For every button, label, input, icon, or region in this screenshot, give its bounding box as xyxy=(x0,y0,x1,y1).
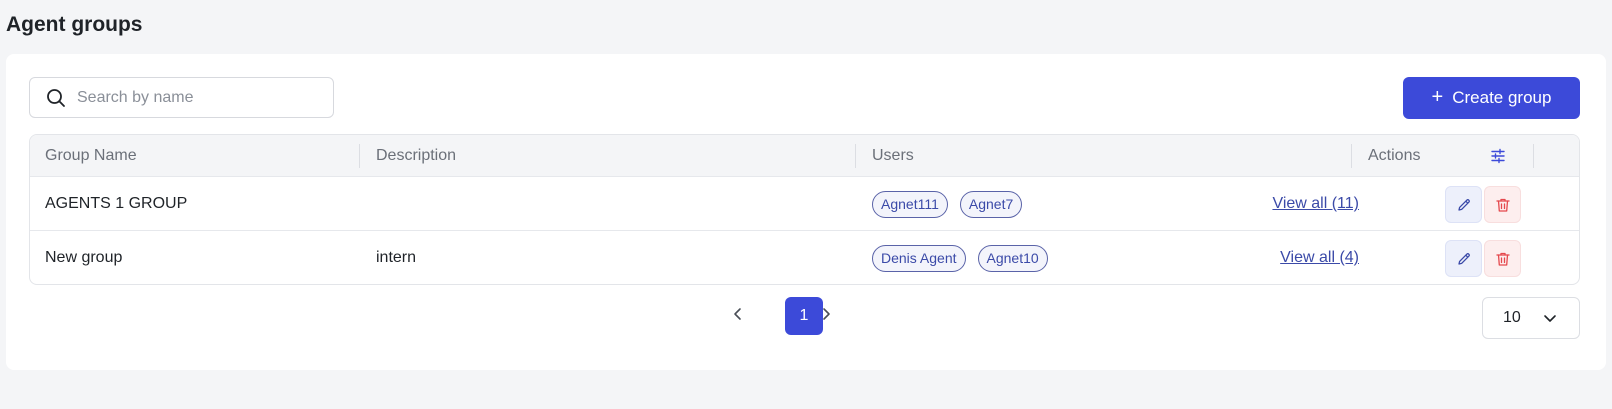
column-divider xyxy=(1533,144,1534,168)
groups-table: Group Name Description Users Actions AGE… xyxy=(29,134,1580,285)
description-cell: intern xyxy=(376,249,417,266)
table-row: AGENTS 1 GROUP Agnet111 Agnet7 View all … xyxy=(30,177,1579,231)
column-settings-icon xyxy=(1491,148,1505,164)
table-row: New group intern Denis Agent Agnet10 Vie… xyxy=(30,231,1579,284)
edit-icon xyxy=(1457,252,1470,265)
column-header-group-name[interactable]: Group Name xyxy=(45,135,137,177)
view-all-link[interactable]: View all (11) xyxy=(1272,177,1359,231)
trash-icon xyxy=(1495,252,1510,266)
user-chip: Agnet7 xyxy=(959,190,1023,218)
column-header-description[interactable]: Description xyxy=(376,135,456,177)
delete-button[interactable] xyxy=(1484,186,1521,223)
page-size-select[interactable]: 10 xyxy=(1482,297,1580,339)
column-divider xyxy=(1351,144,1352,168)
group-name-cell: AGENTS 1 GROUP xyxy=(45,195,188,212)
view-all-link[interactable]: View all (4) xyxy=(1280,231,1359,284)
group-name-cell: New group xyxy=(45,249,123,266)
edit-button[interactable] xyxy=(1445,240,1482,277)
trash-icon xyxy=(1495,198,1510,212)
search-icon xyxy=(47,88,65,107)
search-box[interactable] xyxy=(29,77,334,118)
chevron-right-icon xyxy=(823,308,830,320)
previous-page-button[interactable] xyxy=(726,302,750,326)
search-input[interactable] xyxy=(77,88,317,107)
chevron-down-icon xyxy=(1544,315,1556,322)
delete-button[interactable] xyxy=(1484,240,1521,277)
column-header-users[interactable]: Users xyxy=(872,135,914,177)
user-chip: Agnet111 xyxy=(872,190,948,218)
edit-icon xyxy=(1457,198,1470,211)
page-title: Agent groups xyxy=(6,13,143,36)
create-group-button[interactable]: + Create group xyxy=(1403,77,1580,119)
page-size-value: 10 xyxy=(1503,309,1521,326)
chevron-left-icon xyxy=(734,308,741,320)
plus-icon: + xyxy=(1431,86,1444,108)
user-chip: Agnet10 xyxy=(977,244,1048,272)
column-settings-button[interactable] xyxy=(1490,135,1506,177)
users-cell: Denis Agent Agnet10 xyxy=(872,231,1060,284)
column-divider xyxy=(359,144,360,168)
next-page-button[interactable] xyxy=(814,302,838,326)
table-header: Group Name Description Users Actions xyxy=(30,135,1579,177)
column-header-actions: Actions xyxy=(1368,147,1421,164)
groups-card: + Create group Group Name Description Us… xyxy=(6,54,1606,370)
edit-button[interactable] xyxy=(1445,186,1482,223)
create-group-label: Create group xyxy=(1452,88,1552,107)
column-divider xyxy=(855,144,856,168)
user-chip: Denis Agent xyxy=(872,244,966,272)
users-cell: Agnet111 Agnet7 xyxy=(872,177,1034,231)
